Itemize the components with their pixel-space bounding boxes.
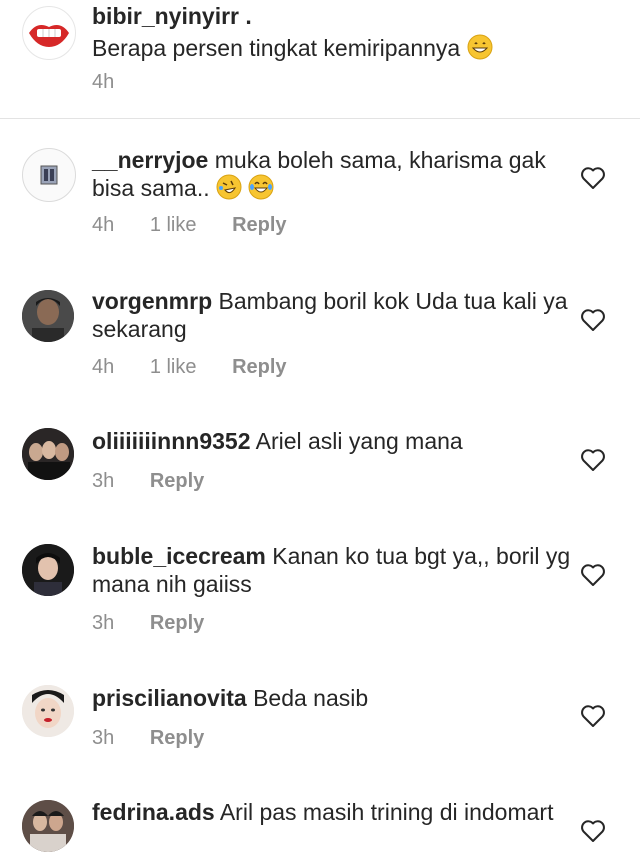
avatar[interactable] [22,6,76,60]
rolling-laughing-emoji-icon [216,174,242,200]
comment-text: oliiiiiiinnn9352 Ariel asli yang mana [92,427,572,455]
comment-meta: 3h Reply [92,612,234,635]
heart-icon[interactable] [580,819,606,843]
divider [0,118,640,119]
grinning-face-emoji-icon [467,34,493,60]
comment-body: Beda nasib [253,685,369,711]
comment-time: 4h [92,214,115,236]
username[interactable]: fedrina.ads [92,799,215,825]
reply-button[interactable]: Reply [150,612,204,634]
avatar[interactable] [22,800,74,852]
username[interactable]: priscilianovita [92,685,247,711]
comment-meta: 3h Reply [92,470,234,493]
reply-button[interactable]: Reply [232,214,286,236]
heart-icon[interactable] [580,166,606,190]
comment-time: 3h [92,727,115,749]
heart-icon[interactable] [580,704,606,728]
avatar[interactable] [22,685,74,737]
reply-button[interactable]: Reply [150,470,204,492]
comment-text: vorgenmrp Bambang boril kok Uda tua kali… [92,287,572,343]
comment-text: __nerryjoe muka boleh sama, kharisma gak… [92,146,572,202]
comment-meta: 3h Reply [92,727,234,750]
heart-icon[interactable] [580,308,606,332]
comment-time: 4h [92,71,115,93]
heart-icon[interactable] [580,563,606,587]
username[interactable]: vorgenmrp [92,288,212,314]
username[interactable]: oliiiiiiinnn9352 [92,428,250,454]
username[interactable]: bibir_nyinyirr . [92,2,572,30]
group-photo-avatar-icon [22,800,74,852]
heart-icon[interactable] [580,448,606,472]
person-photo-avatar-icon [22,685,74,737]
comment-text: priscilianovita Beda nasib [92,684,572,712]
comment-meta: 4h [92,71,144,94]
comment-time: 3h [92,612,115,634]
comment-time: 3h [92,470,115,492]
lips-avatar-icon [29,25,69,47]
comment-text: buble_icecream Kanan ko tua bgt ya,, bor… [92,542,572,598]
person-photo-avatar-icon [22,290,74,342]
comment-meta: 4h 1 like Reply [92,214,317,237]
avatar[interactable] [22,290,74,342]
group-photo-avatar-icon [22,428,74,480]
like-count[interactable]: 1 like [150,214,197,236]
comment-body: Berapa persen tingkat kemiripannya [92,35,461,61]
person-photo-avatar-icon [22,544,74,596]
reply-button[interactable]: Reply [232,356,286,378]
avatar[interactable] [22,148,76,202]
comment-time: 4h [92,356,115,378]
comment-body: Aril pas masih trining di indomart [219,799,554,825]
avatar[interactable] [22,544,74,596]
comment-meta: 4h 1 like Reply [92,356,317,379]
comment-text: fedrina.ads Aril pas masih trining di in… [92,798,572,826]
framed-photo-avatar-icon [40,165,58,185]
reply-button[interactable]: Reply [150,727,204,749]
username[interactable]: buble_icecream [92,543,266,569]
username[interactable]: __nerryjoe [92,147,208,173]
comment-text: bibir_nyinyirr . Berapa persen tingkat k… [92,2,572,62]
avatar[interactable] [22,428,74,480]
comment-body: Ariel asli yang mana [255,428,463,454]
tears-of-joy-emoji-icon [248,174,274,200]
like-count[interactable]: 1 like [150,356,197,378]
